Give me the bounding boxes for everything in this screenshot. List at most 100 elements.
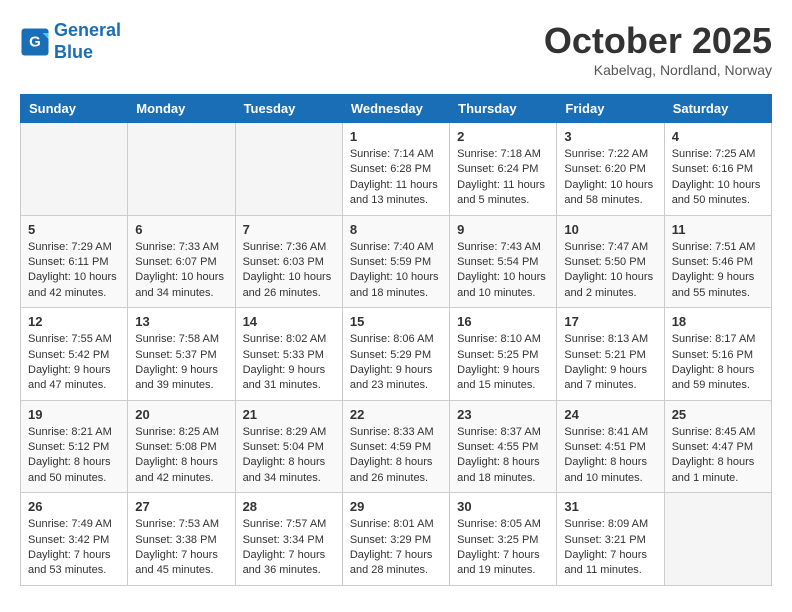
weekday-header-tuesday: Tuesday (235, 95, 342, 123)
calendar-cell: 5Sunrise: 7:29 AM Sunset: 6:11 PM Daylig… (21, 215, 128, 308)
location-subtitle: Kabelvag, Nordland, Norway (544, 62, 772, 78)
day-number: 16 (457, 314, 549, 329)
day-info: Sunrise: 7:58 AM Sunset: 5:37 PM Dayligh… (135, 332, 227, 394)
day-number: 23 (457, 407, 549, 422)
calendar-cell: 6Sunrise: 7:33 AM Sunset: 6:07 PM Daylig… (128, 215, 235, 308)
logo-line2: Blue (54, 42, 93, 62)
day-number: 8 (350, 222, 442, 237)
calendar-cell: 27 Sunrise: 7:53 AM Sunset: 3:38 PM Dayli… (128, 493, 235, 586)
day-number: 29 (350, 499, 442, 514)
weekday-header-wednesday: Wednesday (342, 95, 449, 123)
calendar-cell: 20 Sunrise: 8:25 AM Sunset: 5:08 PM Dayli… (128, 400, 235, 493)
month-title: October 2025 (544, 20, 772, 62)
calendar-cell: 4Sunrise: 7:25 AM Sunset: 6:16 PM Daylig… (664, 123, 771, 216)
day-number: 30 (457, 499, 549, 514)
calendar-cell: 29 Sunrise: 8:01 AM Sunset: 3:29 PM Dayli… (342, 493, 449, 586)
calendar-week-row: 19Sunrise: 8:21 AM Sunset: 5:12 PM Dayli… (21, 400, 772, 493)
day-info: Sunrise: 8:17 AM Sunset: 5:16 PM Dayligh… (672, 332, 764, 394)
calendar-cell: 22 Sunrise: 8:33 AM Sunset: 4:59 PM Dayli… (342, 400, 449, 493)
day-number: 6 (135, 222, 227, 237)
day-info: Sunrise: 7:22 AM Sunset: 6:20 PM Dayligh… (564, 147, 656, 209)
day-info: Sunrise: 8:01 AM Sunset: 3:29 PM Dayligh… (350, 517, 442, 579)
calendar-cell: 26Sunrise: 7:49 AM Sunset: 3:42 PM Dayli… (21, 493, 128, 586)
day-number: 28 (243, 499, 335, 514)
calendar-cell: 31 Sunrise: 8:09 AM Sunset: 3:21 PM Dayli… (557, 493, 664, 586)
logo-text: General Blue (54, 20, 121, 63)
day-number: 22 (350, 407, 442, 422)
day-info: Sunrise: 8:13 AM Sunset: 5:21 PM Dayligh… (564, 332, 656, 394)
day-number: 11 (672, 222, 764, 237)
day-number: 2 (457, 129, 549, 144)
day-number: 14 (243, 314, 335, 329)
day-number: 24 (564, 407, 656, 422)
day-number: 15 (350, 314, 442, 329)
weekday-header-row: SundayMondayTuesdayWednesdayThursdayFrid… (21, 95, 772, 123)
weekday-header-thursday: Thursday (450, 95, 557, 123)
day-info: Sunrise: 8:29 AM Sunset: 5:04 PM Dayligh… (243, 425, 335, 487)
day-info: Sunrise: 8:37 AM Sunset: 4:55 PM Dayligh… (457, 425, 549, 487)
day-info: Sunrise: 8:25 AM Sunset: 5:08 PM Dayligh… (135, 425, 227, 487)
calendar-cell (664, 493, 771, 586)
calendar-cell (21, 123, 128, 216)
day-info: Sunrise: 8:21 AM Sunset: 5:12 PM Dayligh… (28, 425, 120, 487)
calendar-cell: 1Sunrise: 7:14 AM Sunset: 6:28 PM Daylig… (342, 123, 449, 216)
calendar-week-row: 26Sunrise: 7:49 AM Sunset: 3:42 PM Dayli… (21, 493, 772, 586)
calendar-cell: 15 Sunrise: 8:06 AM Sunset: 5:29 PM Dayli… (342, 308, 449, 401)
day-info: Sunrise: 7:47 AM Sunset: 5:50 PM Dayligh… (564, 240, 656, 302)
day-number: 10 (564, 222, 656, 237)
day-info: Sunrise: 7:43 AM Sunset: 5:54 PM Dayligh… (457, 240, 549, 302)
calendar-cell: 18 Sunrise: 8:17 AM Sunset: 5:16 PM Dayli… (664, 308, 771, 401)
calendar-cell: 30 Sunrise: 8:05 AM Sunset: 3:25 PM Dayli… (450, 493, 557, 586)
page-header: G General Blue October 2025 Kabelvag, No… (20, 20, 772, 78)
calendar-cell (128, 123, 235, 216)
weekday-header-saturday: Saturday (664, 95, 771, 123)
calendar-cell: 2 Sunrise: 7:18 AM Sunset: 6:24 PM Daylig… (450, 123, 557, 216)
day-number: 31 (564, 499, 656, 514)
day-info: Sunrise: 7:18 AM Sunset: 6:24 PM Dayligh… (457, 147, 549, 209)
day-number: 5 (28, 222, 120, 237)
calendar-cell: 23 Sunrise: 8:37 AM Sunset: 4:55 PM Dayli… (450, 400, 557, 493)
weekday-header-monday: Monday (128, 95, 235, 123)
calendar-cell: 17 Sunrise: 8:13 AM Sunset: 5:21 PM Dayli… (557, 308, 664, 401)
calendar-cell: 7 Sunrise: 7:36 AM Sunset: 6:03 PM Daylig… (235, 215, 342, 308)
day-info: Sunrise: 8:06 AM Sunset: 5:29 PM Dayligh… (350, 332, 442, 394)
day-info: Sunrise: 7:53 AM Sunset: 3:38 PM Dayligh… (135, 517, 227, 579)
day-info: Sunrise: 7:36 AM Sunset: 6:03 PM Dayligh… (243, 240, 335, 302)
day-number: 17 (564, 314, 656, 329)
day-info: Sunrise: 7:57 AM Sunset: 3:34 PM Dayligh… (243, 517, 335, 579)
day-number: 9 (457, 222, 549, 237)
day-info: Sunrise: 8:09 AM Sunset: 3:21 PM Dayligh… (564, 517, 656, 579)
day-number: 18 (672, 314, 764, 329)
day-number: 20 (135, 407, 227, 422)
day-info: Sunrise: 8:05 AM Sunset: 3:25 PM Dayligh… (457, 517, 549, 579)
day-info: Sunrise: 7:55 AM Sunset: 5:42 PM Dayligh… (28, 332, 120, 394)
calendar-week-row: 1Sunrise: 7:14 AM Sunset: 6:28 PM Daylig… (21, 123, 772, 216)
day-number: 12 (28, 314, 120, 329)
day-number: 27 (135, 499, 227, 514)
day-number: 21 (243, 407, 335, 422)
calendar-cell: 9 Sunrise: 7:43 AM Sunset: 5:54 PM Daylig… (450, 215, 557, 308)
title-block: October 2025 Kabelvag, Nordland, Norway (544, 20, 772, 78)
logo-icon: G (20, 27, 50, 57)
calendar-cell: 24 Sunrise: 8:41 AM Sunset: 4:51 PM Dayli… (557, 400, 664, 493)
day-info: Sunrise: 8:10 AM Sunset: 5:25 PM Dayligh… (457, 332, 549, 394)
svg-text:G: G (29, 33, 41, 50)
day-info: Sunrise: 8:33 AM Sunset: 4:59 PM Dayligh… (350, 425, 442, 487)
day-info: Sunrise: 7:49 AM Sunset: 3:42 PM Dayligh… (28, 517, 120, 579)
day-number: 7 (243, 222, 335, 237)
calendar-cell: 3Sunrise: 7:22 AM Sunset: 6:20 PM Daylig… (557, 123, 664, 216)
calendar-table: SundayMondayTuesdayWednesdayThursdayFrid… (20, 94, 772, 586)
calendar-week-row: 5Sunrise: 7:29 AM Sunset: 6:11 PM Daylig… (21, 215, 772, 308)
day-info: Sunrise: 7:14 AM Sunset: 6:28 PM Dayligh… (350, 147, 442, 209)
day-info: Sunrise: 7:25 AM Sunset: 6:16 PM Dayligh… (672, 147, 764, 209)
calendar-week-row: 12 Sunrise: 7:55 AM Sunset: 5:42 PM Dayli… (21, 308, 772, 401)
calendar-cell (235, 123, 342, 216)
weekday-header-friday: Friday (557, 95, 664, 123)
day-number: 25 (672, 407, 764, 422)
calendar-cell: 21 Sunrise: 8:29 AM Sunset: 5:04 PM Dayli… (235, 400, 342, 493)
calendar-cell: 8Sunrise: 7:40 AM Sunset: 5:59 PM Daylig… (342, 215, 449, 308)
calendar-cell: 13Sunrise: 7:58 AM Sunset: 5:37 PM Dayli… (128, 308, 235, 401)
day-info: Sunrise: 8:41 AM Sunset: 4:51 PM Dayligh… (564, 425, 656, 487)
calendar-cell: 14Sunrise: 8:02 AM Sunset: 5:33 PM Dayli… (235, 308, 342, 401)
calendar-cell: 11Sunrise: 7:51 AM Sunset: 5:46 PM Dayli… (664, 215, 771, 308)
